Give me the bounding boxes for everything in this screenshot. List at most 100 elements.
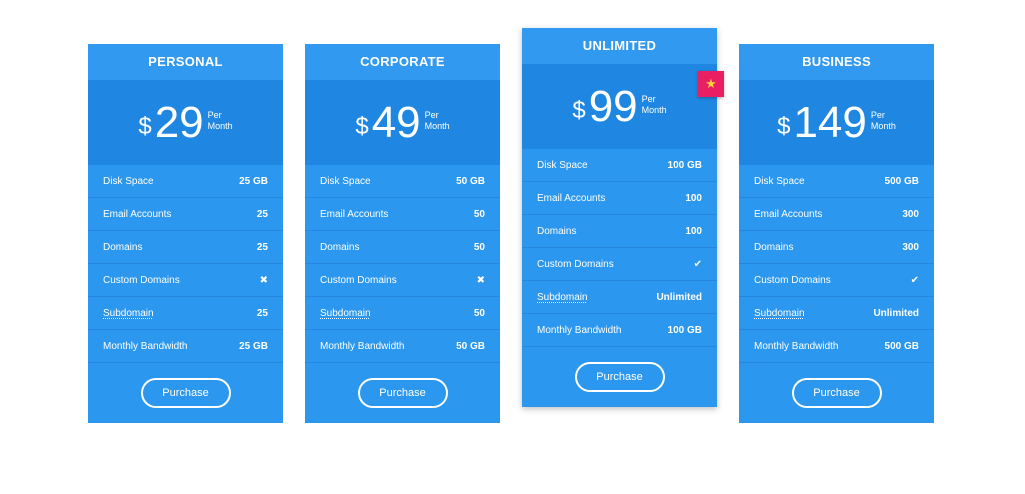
feature-value: 25 [256,307,268,319]
feature-row: Disk Space 25 GB [88,165,283,198]
price-period: Per Month [207,109,233,131]
feature-label[interactable]: Subdomain [754,308,805,319]
feature-row: Monthly Bandwidth 25 GB [88,330,283,363]
feature-label: Custom Domains [320,274,397,286]
feature-value: 300 [902,208,919,220]
feature-label[interactable]: Subdomain [320,308,371,319]
feature-row: Domains 100 [522,215,717,248]
feature-row: Monthly Bandwidth 100 GB [522,314,717,347]
price-period: Per Month [641,93,667,115]
feature-label: Monthly Bandwidth [537,324,622,336]
price-amount: 49 [371,97,421,147]
feature-value: 25 GB [239,340,268,352]
feature-label: Monthly Bandwidth [103,340,188,352]
feature-label: Domains [754,241,794,253]
feature-value: 25 [256,208,268,220]
plan-name: PERSONAL [88,44,283,80]
feature-value: 25 [256,241,268,253]
feature-value: 50 [473,241,485,253]
feature-label[interactable]: Subdomain [537,292,588,303]
currency-symbol: $ [138,112,152,140]
feature-row: Subdomain Unlimited [522,281,717,314]
feature-label: Email Accounts [103,208,172,220]
feature-value: 300 [902,241,919,253]
purchase-button[interactable]: Purchase [140,378,231,408]
feature-row: Email Accounts 25 [88,198,283,231]
price-block: $ 149 Per Month [739,80,934,165]
plan-name: UNLIMITED [522,28,717,64]
feature-label: Custom Domains [537,258,614,270]
feature-row: Custom Domains ✔ [522,248,717,281]
feature-label: Disk Space [537,159,588,171]
feature-value: ✖ [259,274,268,286]
feature-label: Email Accounts [754,208,823,220]
feature-label: Monthly Bandwidth [320,340,405,352]
feature-value: Unlimited [873,307,919,319]
pricing-card-business: BUSINESS $ 149 Per Month Disk Space 500 … [739,44,934,423]
feature-row: Disk Space 100 GB [522,149,717,182]
feature-row: Domains 50 [305,231,500,264]
feature-value: ✖ [476,274,485,286]
price-amount: 29 [154,97,204,147]
card-footer: Purchase [522,347,717,407]
feature-value: 25 GB [239,175,268,187]
feature-label: Monthly Bandwidth [754,340,839,352]
feature-value: ✔ [910,274,919,286]
price-period: Per Month [870,109,896,131]
purchase-button[interactable]: Purchase [791,378,882,408]
feature-row: Subdomain 50 [305,297,500,330]
feature-label: Domains [103,241,143,253]
purchase-button[interactable]: Purchase [357,378,448,408]
feature-value: 50 [473,208,485,220]
feature-value: Unlimited [656,291,702,303]
currency-symbol: $ [777,112,791,140]
feature-row: Email Accounts 50 [305,198,500,231]
card-footer: Purchase [739,363,934,423]
feature-label: Domains [320,241,360,253]
price-period: Per Month [424,109,450,131]
feature-row: Monthly Bandwidth 500 GB [739,330,934,363]
feature-row: Domains 25 [88,231,283,264]
feature-value: 100 [685,225,702,237]
price-block: $ 49 Per Month [305,80,500,165]
feature-row: Monthly Bandwidth 50 GB [305,330,500,363]
plan-name: CORPORATE [305,44,500,80]
feature-row: Disk Space 500 GB [739,165,934,198]
feature-value: ✔ [693,258,702,270]
feature-label: Disk Space [754,175,805,187]
currency-symbol: $ [572,96,586,124]
pricing-card-personal: PERSONAL $ 29 Per Month Disk Space 25 GB… [88,44,283,423]
feature-row: Disk Space 50 GB [305,165,500,198]
feature-label: Disk Space [320,175,371,187]
featured-star-icon: ★ [698,71,724,97]
pricing-card-unlimited: UNLIMITED $ 99 Per Month Disk Space 100 … [522,28,724,407]
feature-row: Email Accounts 300 [739,198,934,231]
card-footer: Purchase [305,363,500,423]
purchase-button[interactable]: Purchase [574,362,665,392]
feature-label: Custom Domains [103,274,180,286]
feature-row: Custom Domains ✖ [88,264,283,297]
price-block: $ 29 Per Month [88,80,283,165]
feature-value: 50 GB [456,340,485,352]
feature-row: Custom Domains ✖ [305,264,500,297]
feature-label: Email Accounts [537,192,606,204]
feature-row: Subdomain Unlimited [739,297,934,330]
feature-value: 50 [473,307,485,319]
pricing-card-corporate: CORPORATE $ 49 Per Month Disk Space 50 G… [305,44,500,423]
feature-row: Custom Domains ✔ [739,264,934,297]
feature-value: 50 GB [456,175,485,187]
price-amount: 149 [793,97,867,147]
feature-value: 500 GB [884,340,919,352]
feature-label[interactable]: Subdomain [103,308,154,319]
feature-label: Domains [537,225,577,237]
feature-label: Disk Space [103,175,154,187]
plan-name: BUSINESS [739,44,934,80]
price-amount: 99 [588,81,638,131]
feature-label: Custom Domains [754,274,831,286]
feature-label: Email Accounts [320,208,389,220]
feature-value: 500 GB [884,175,919,187]
feature-row: Email Accounts 100 [522,182,717,215]
feature-value: 100 [685,192,702,204]
feature-row: Subdomain 25 [88,297,283,330]
feature-row: Domains 300 [739,231,934,264]
